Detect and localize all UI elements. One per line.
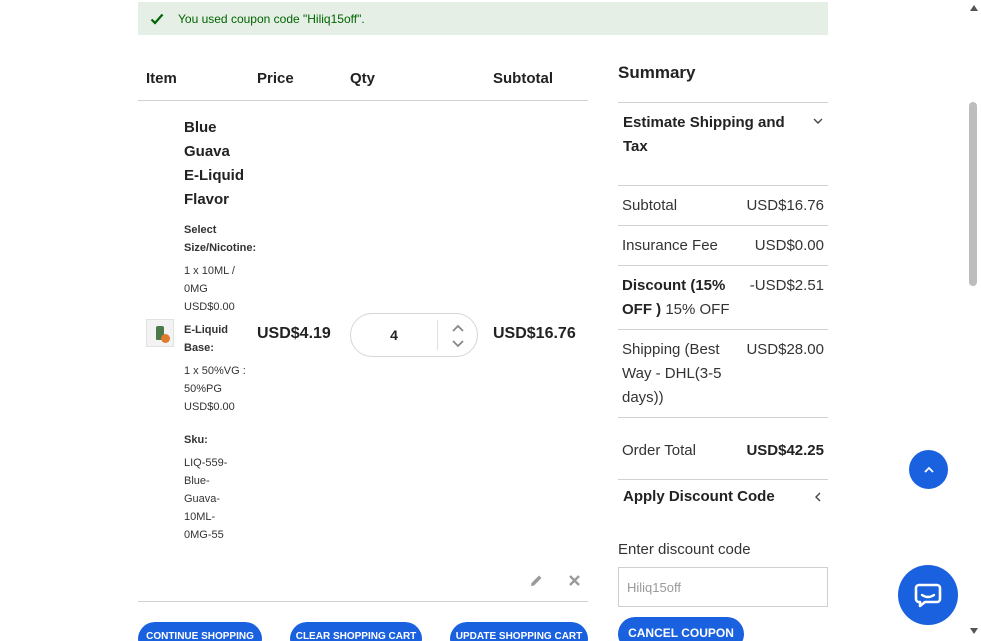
order-total-label: Order Total [622, 442, 696, 459]
checkmark-icon [150, 13, 164, 25]
scroll-up-arrow-icon[interactable] [970, 5, 978, 11]
apply-discount-toggle[interactable]: Apply Discount Code [623, 488, 775, 505]
cart-footer-divider [138, 601, 588, 602]
option-label-base: E-Liquid Base: [184, 324, 228, 354]
quantity-stepper[interactable]: 4 [350, 313, 478, 357]
option-value-sku: LIQ-559- Blue- Guava- 10ML- 0MG-55 [184, 457, 228, 541]
page-scrollbar[interactable] [965, 0, 981, 641]
option-label-sku: Sku: [184, 434, 208, 446]
scroll-down-arrow-icon[interactable] [970, 628, 978, 634]
option-label-size: Select Size/Nicotine: [184, 224, 257, 254]
shipping-label: Shipping (Best Way - DHL(3-5 days)) [622, 341, 722, 406]
product-name[interactable]: Blue Guava E-Liquid Flavor [184, 116, 264, 212]
continue-shopping-button[interactable]: Continue Shopping [138, 622, 262, 641]
chevron-up-icon [923, 466, 934, 473]
shipping-value: USD$28.00 [746, 341, 824, 358]
estimate-shipping-toggle[interactable]: Estimate Shipping and Tax [623, 111, 793, 159]
edit-pencil-icon[interactable] [528, 573, 544, 589]
discount-value: -USD$2.51 [749, 277, 824, 294]
chevron-up-icon[interactable] [451, 323, 465, 333]
delete-x-icon[interactable] [568, 574, 581, 587]
header-price: Price [257, 70, 294, 87]
scrollbar-thumb[interactable] [969, 102, 977, 286]
quantity-input[interactable]: 4 [351, 314, 437, 356]
cancel-coupon-button[interactable]: Cancel Coupon [618, 617, 744, 641]
header-subtotal: Subtotal [493, 70, 553, 87]
scroll-to-top-button[interactable] [909, 450, 948, 489]
insurance-fee-value: USD$0.00 [754, 237, 824, 254]
summary-subtotal-label: Subtotal [622, 197, 678, 214]
order-total-value: USD$42.25 [746, 442, 824, 459]
discount-input-label: Enter discount code [618, 541, 751, 558]
product-thumbnail[interactable] [146, 319, 174, 347]
chevron-down-icon[interactable] [812, 115, 824, 127]
header-item: Item [146, 70, 177, 87]
insurance-fee-label: Insurance Fee [622, 237, 718, 254]
notice-message: You used coupon code "Hiliq15off". [178, 11, 365, 26]
option-value-base: 1 x 50%VG : 50%PG USD$0.00 [184, 365, 246, 413]
chevron-down-icon[interactable] [451, 339, 465, 349]
chevron-left-icon[interactable] [812, 491, 824, 503]
item-subtotal: USD$16.76 [493, 325, 576, 342]
live-chat-button[interactable] [898, 565, 958, 625]
item-price: USD$4.19 [257, 325, 331, 342]
discount-label: Discount (15% OFF ) 15% OFF [622, 277, 730, 318]
header-divider [138, 100, 588, 101]
coupon-success-notice: You used coupon code "Hiliq15off". [138, 2, 828, 35]
chat-bubble-icon [914, 583, 942, 608]
header-qty: Qty [350, 70, 376, 87]
summary-subtotal-value: USD$16.76 [746, 197, 824, 214]
update-cart-button[interactable]: Update Shopping Cart [450, 622, 588, 641]
clear-cart-button[interactable]: Clear Shopping Cart [290, 622, 422, 641]
summary-title: Summary [618, 63, 696, 82]
discount-code-input[interactable] [618, 567, 828, 607]
option-value-size: 1 x 10ML / 0MG USD$0.00 [184, 265, 235, 313]
